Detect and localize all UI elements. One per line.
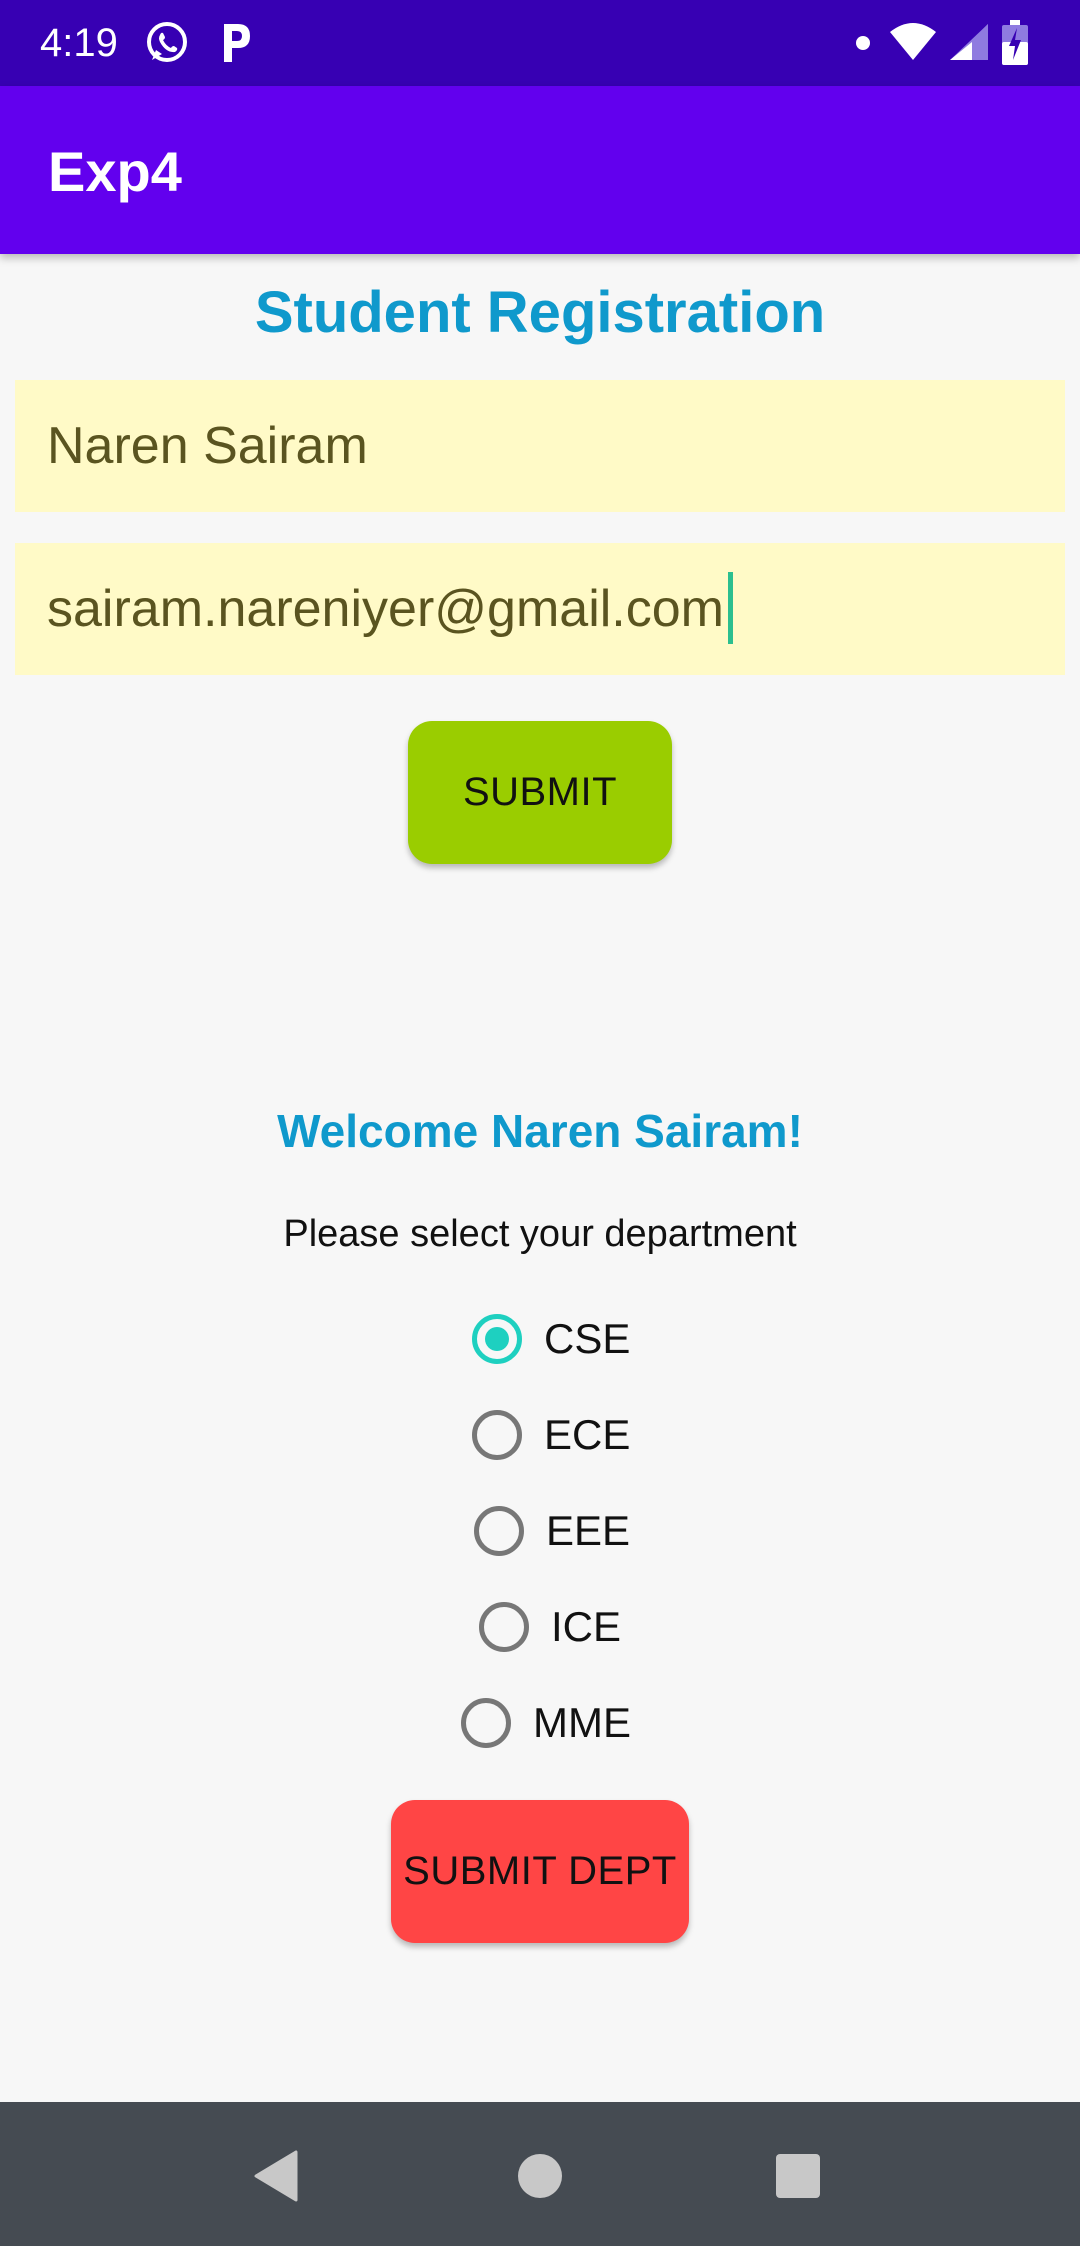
radio-label: CSE bbox=[544, 1315, 631, 1362]
back-icon[interactable] bbox=[252, 2150, 298, 2207]
submit-dept-button[interactable]: SUBMIT DEPT bbox=[391, 1800, 689, 1943]
radio-option-eee[interactable]: EEE bbox=[474, 1496, 630, 1566]
radio-option-mme[interactable]: MME bbox=[461, 1688, 631, 1758]
wifi-icon bbox=[888, 20, 938, 67]
battery-icon bbox=[1000, 20, 1030, 71]
radio-button[interactable] bbox=[479, 1602, 529, 1652]
radio-label: ECE bbox=[544, 1411, 631, 1458]
radio-button[interactable] bbox=[461, 1698, 511, 1748]
dot-icon bbox=[856, 36, 870, 50]
page-title: Student Registration bbox=[254, 280, 826, 345]
submit-button[interactable]: SUBMIT bbox=[408, 721, 672, 864]
radio-option-cse[interactable]: CSE bbox=[472, 1304, 630, 1374]
email-field[interactable]: sairam.nareniyer@gmail.com bbox=[15, 543, 1065, 675]
signal-icon bbox=[948, 22, 990, 67]
whatsapp-icon bbox=[144, 20, 190, 71]
radio-option-ice[interactable]: ICE bbox=[479, 1592, 621, 1662]
recent-apps-icon[interactable] bbox=[776, 2154, 820, 2198]
radio-option-ece[interactable]: ECE bbox=[472, 1400, 630, 1470]
radio-label: MME bbox=[533, 1699, 631, 1746]
radio-label: ICE bbox=[551, 1603, 622, 1650]
name-field-value: Naren Sairam bbox=[47, 417, 368, 475]
p-icon bbox=[220, 20, 254, 69]
status-bar: 4:19 bbox=[0, 0, 1080, 86]
welcome-message: Welcome Naren Sairam! bbox=[277, 1105, 803, 1157]
radio-button[interactable] bbox=[472, 1410, 522, 1460]
text-cursor bbox=[728, 572, 733, 645]
radio-label: EEE bbox=[546, 1507, 631, 1554]
radio-button[interactable] bbox=[474, 1506, 524, 1556]
navigation-bar bbox=[0, 2102, 1080, 2246]
status-time: 4:19 bbox=[40, 21, 118, 65]
email-field-value: sairam.nareniyer@gmail.com bbox=[47, 580, 724, 638]
app-title: Exp4 bbox=[48, 140, 182, 203]
name-field[interactable]: Naren Sairam bbox=[15, 380, 1065, 512]
home-icon[interactable] bbox=[518, 2154, 562, 2198]
radio-button-checked[interactable] bbox=[472, 1314, 522, 1364]
department-prompt: Please select your department bbox=[283, 1213, 797, 1255]
app-bar: Exp4 bbox=[0, 86, 1080, 254]
